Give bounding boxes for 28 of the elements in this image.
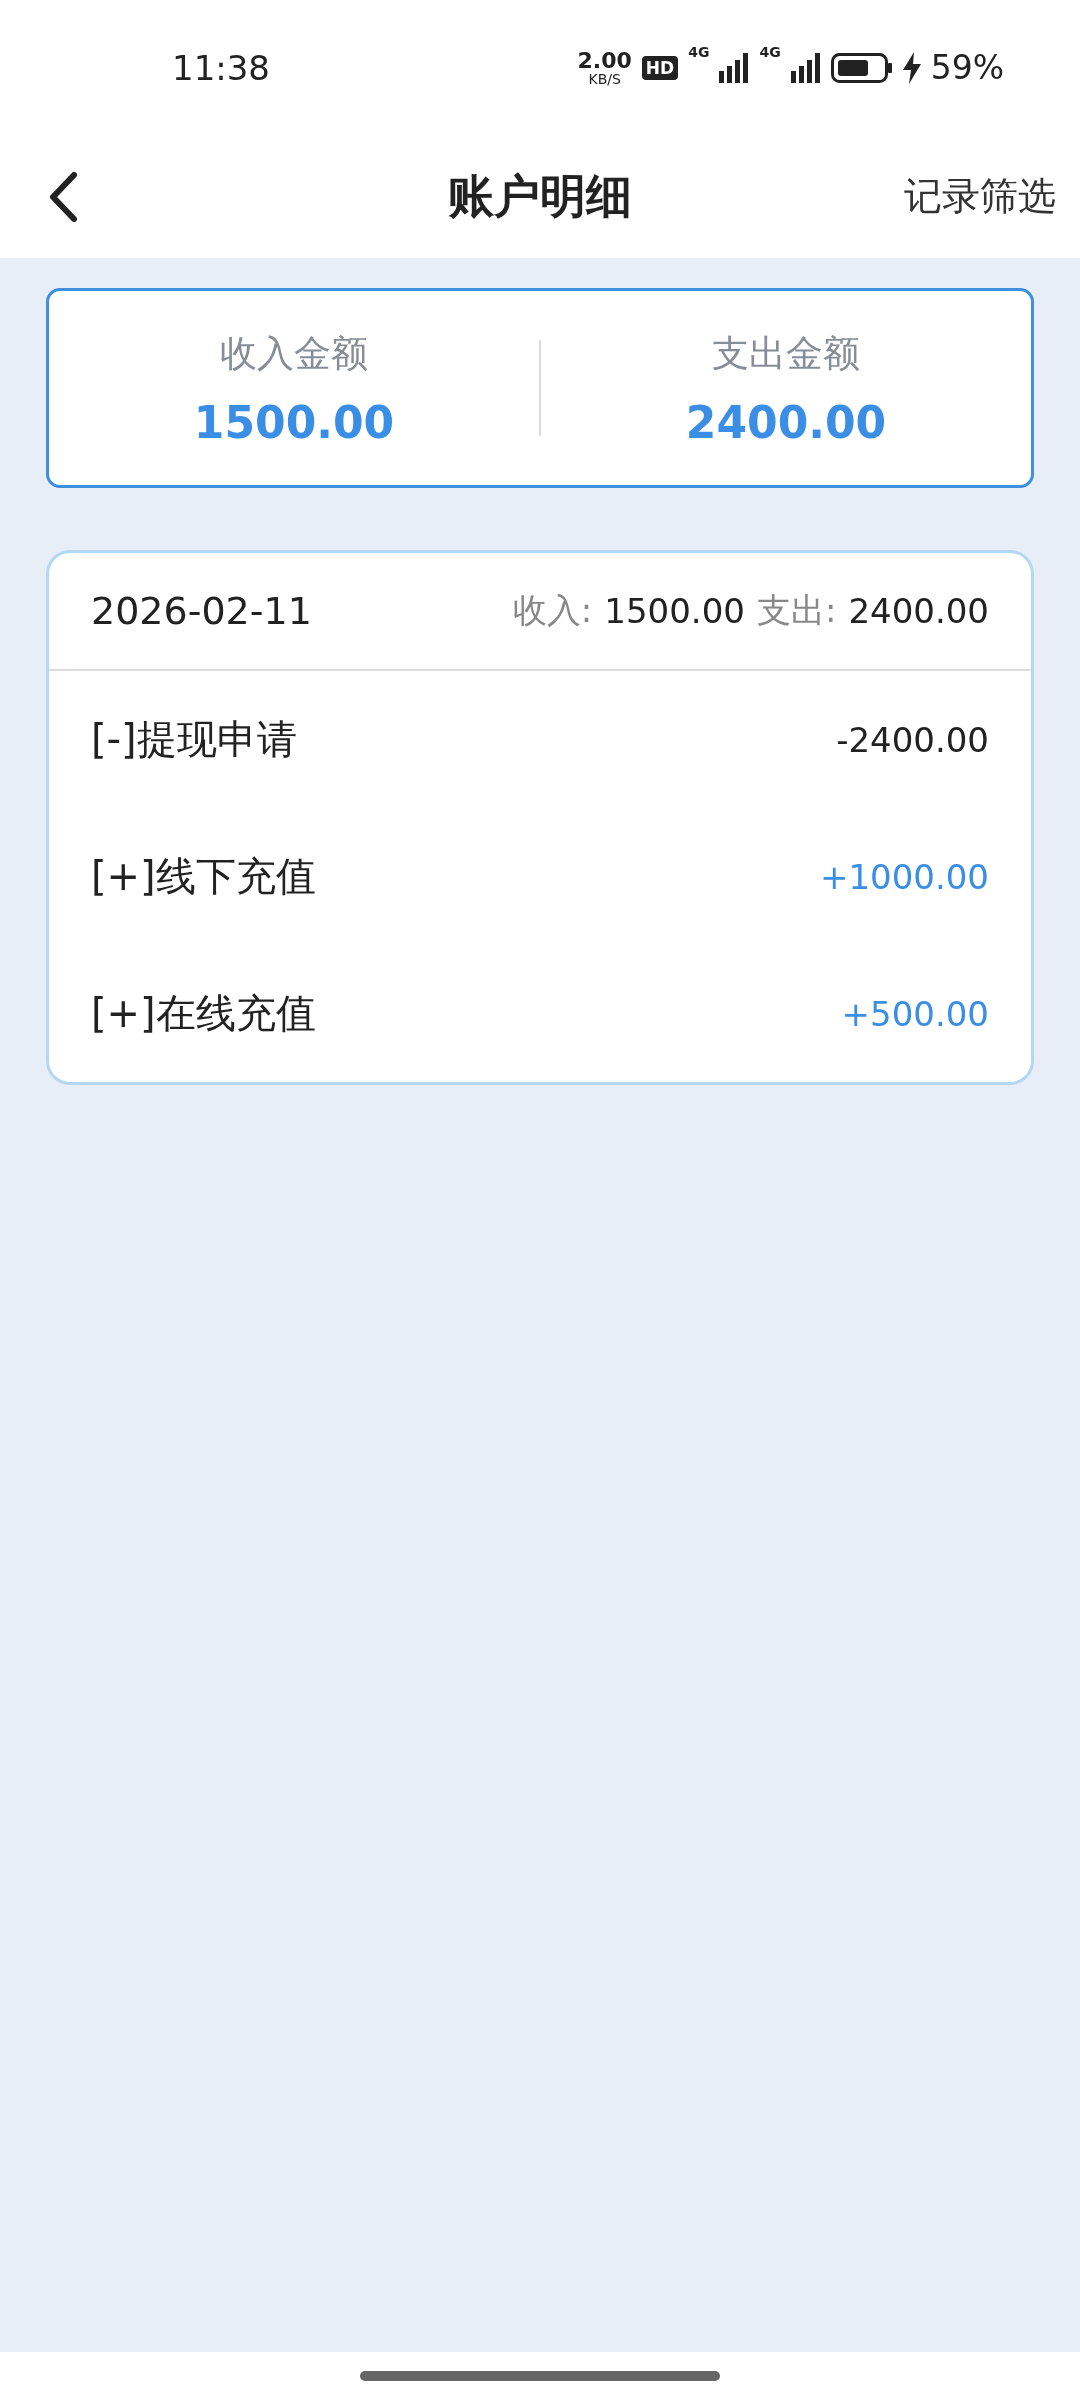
transaction-amount: +1000.00 <box>819 856 989 897</box>
filter-button[interactable]: 记录筛选 <box>904 171 1056 222</box>
network-speed-unit: KB/S <box>588 71 621 86</box>
summary-label: 收入金额 <box>220 330 368 377</box>
network-speed: 2.00 <box>577 49 632 72</box>
transaction-title: [+]在线充值 <box>91 989 316 1038</box>
group-date: 2026-02-11 <box>91 589 312 633</box>
transaction-title: [+]线下充值 <box>91 852 316 901</box>
income-total: 1500.00 <box>604 591 745 631</box>
hd-badge: HD <box>641 55 679 80</box>
summary-amount: 1500.00 <box>193 396 395 448</box>
battery-icon <box>830 52 893 83</box>
battery-percent: 59% <box>930 48 1004 87</box>
charging-icon <box>902 51 921 84</box>
income-label: 收入: <box>512 589 593 632</box>
signal-icon <box>790 52 821 83</box>
network-type-label: 4G <box>759 44 781 60</box>
transaction-amount: -2400.00 <box>836 719 989 760</box>
expense-total: 2400.00 <box>848 591 989 631</box>
summary-label: 支出金额 <box>712 330 860 377</box>
expense-label: 支出: <box>756 589 837 632</box>
summary-amount: 2400.00 <box>685 396 887 448</box>
network-type-label: 4G <box>688 44 710 60</box>
status-time: 11:38 <box>172 47 270 88</box>
page-title: 账户明细 <box>447 167 633 225</box>
transaction-amount: +500.00 <box>841 993 989 1034</box>
transaction-title: [-]提现申请 <box>91 715 297 764</box>
signal-icon <box>719 52 750 83</box>
